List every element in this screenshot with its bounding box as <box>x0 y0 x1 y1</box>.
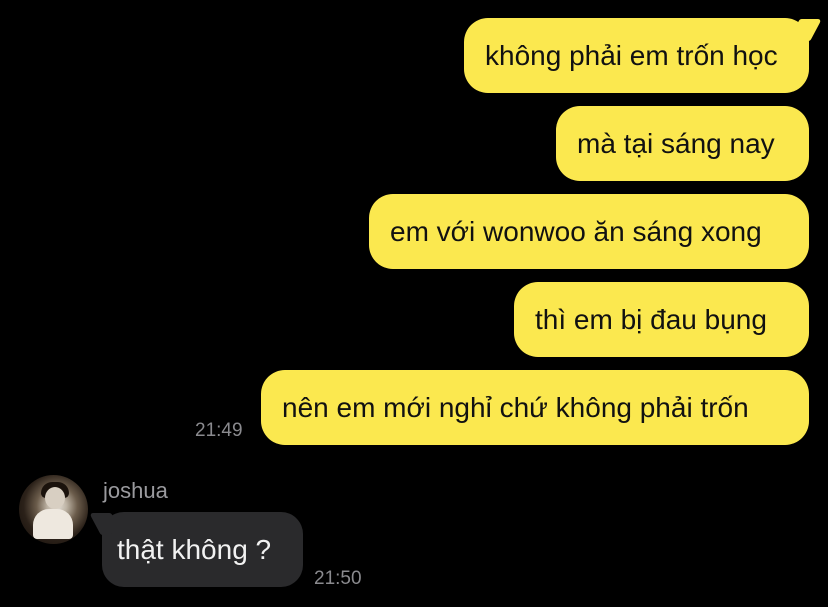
message-bubble-outgoing[interactable]: thì em bị đau bụng <box>514 282 809 357</box>
message-text: mà tại sáng nay <box>577 128 775 159</box>
message-timestamp: 21:49 <box>195 420 243 441</box>
sender-avatar[interactable] <box>19 475 88 544</box>
avatar-face <box>45 487 65 509</box>
message-text: em với wonwoo ăn sáng xong <box>390 216 762 247</box>
sender-name: joshua <box>103 478 168 503</box>
message-bubble-outgoing[interactable]: nên em mới nghỉ chứ không phải trốn <box>261 370 809 445</box>
message-text: thật không ? <box>117 534 272 565</box>
message-bubble-outgoing[interactable]: em với wonwoo ăn sáng xong <box>369 194 809 269</box>
message-text: không phải em trốn học <box>485 40 778 71</box>
message-bubble-outgoing[interactable]: không phải em trốn học <box>464 18 809 93</box>
message-bubble-outgoing[interactable]: mà tại sáng nay <box>556 106 809 181</box>
message-bubble-incoming[interactable]: thật không ? <box>102 512 303 587</box>
message-text: nên em mới nghỉ chứ không phải trốn <box>282 392 749 423</box>
message-text: thì em bị đau bụng <box>535 304 767 335</box>
avatar-shirt <box>33 509 73 539</box>
message-timestamp: 21:50 <box>314 568 362 589</box>
chat-thread: không phải em trốn học mà tại sáng nay e… <box>0 0 828 607</box>
